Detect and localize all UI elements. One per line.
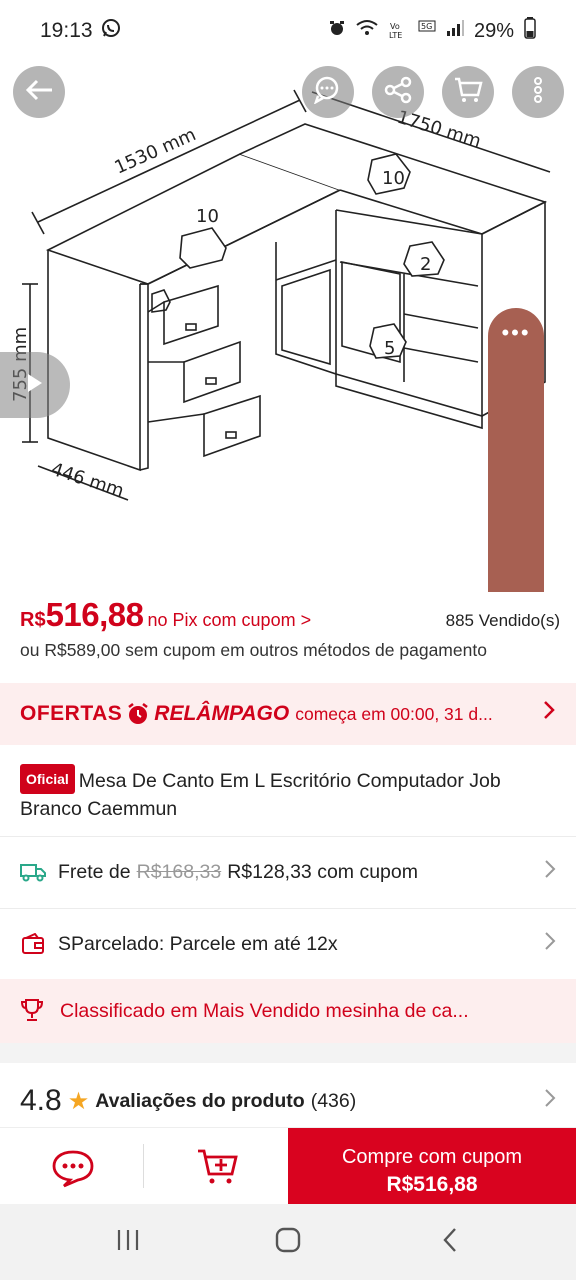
- recents-icon: [115, 1228, 141, 1257]
- alarm-icon: [328, 19, 346, 43]
- shipping-old-price: R$168,33: [136, 860, 222, 883]
- chat-button-top[interactable]: [302, 66, 354, 118]
- buy-button-price: R$516,88: [386, 1173, 478, 1196]
- price-currency: R$: [20, 609, 46, 631]
- status-time: 19:13: [40, 19, 93, 42]
- price-value: 516,88: [45, 596, 144, 633]
- divider: [0, 908, 576, 909]
- alt-price: ou R$589,00 sem cupom em outros métodos …: [20, 640, 487, 660]
- product-image[interactable]: 1530 mm 1750 mm 755 mm 446 mm 10 10 2 5: [0, 62, 576, 592]
- flash-starts-text: começa em 00:00, 31 d...: [295, 703, 493, 724]
- rating-row[interactable]: 4.8 ★ Avaliações do produto (436): [20, 1074, 556, 1128]
- load-label-2: 10: [382, 168, 405, 189]
- wifi-icon: [356, 19, 378, 43]
- play-icon: [26, 372, 44, 399]
- battery-text: 29%: [473, 19, 514, 42]
- alarm-clock-icon: [126, 702, 150, 726]
- sold-count: 885 Vendido(s): [445, 611, 560, 630]
- trophy-icon: [20, 998, 46, 1024]
- product-title: Oficial Mesa De Canto Em L Escritório Com…: [20, 764, 560, 823]
- more-vertical-icon: [533, 76, 543, 109]
- flash-offer-banner[interactable]: OFERTAS RELÂMPAGO começa em 00:00, 31 d.…: [0, 683, 576, 745]
- wallet-icon: [20, 931, 46, 957]
- status-right: Vo LTE 5G 29%: [328, 17, 536, 45]
- load-label-4: 5: [384, 338, 395, 359]
- divider: [143, 1144, 144, 1188]
- system-nav-bar: [0, 1204, 576, 1280]
- recents-button[interactable]: [108, 1226, 148, 1258]
- product-title-text: Mesa De Canto Em L Escritório Computador…: [20, 770, 501, 820]
- pix-coupon-link[interactable]: no Pix com cupom >: [148, 610, 312, 631]
- chevron-right-icon: [544, 859, 556, 885]
- more-options-button[interactable]: [512, 66, 564, 118]
- dim-width-a: 1530 mm: [111, 124, 199, 178]
- image-gallery-handle[interactable]: [0, 352, 70, 418]
- section-gap: [0, 1043, 576, 1063]
- battery-icon: [524, 17, 536, 45]
- shipping-new-price: R$128,33 com cupom: [227, 860, 418, 883]
- dim-depth: 446 mm: [48, 459, 126, 502]
- truck-icon: [20, 859, 46, 885]
- whatsapp-icon: [101, 18, 121, 44]
- chat-icon: [313, 76, 343, 109]
- ranking-text: Classificado em Mais Vendido mesinha de …: [60, 999, 469, 1022]
- share-icon: [384, 76, 412, 109]
- flash-ofertas-label: OFERTAS: [20, 702, 123, 725]
- chevron-right-icon: [544, 1088, 556, 1114]
- price-row: R$ 516,88 no Pix com cupom > 885 Vendido…: [20, 596, 560, 634]
- volte-icon: Vo LTE: [388, 20, 408, 42]
- floating-audio-panel[interactable]: •••: [488, 308, 544, 592]
- home-icon: [274, 1226, 302, 1259]
- shipping-label: Frete de: [58, 860, 131, 883]
- svg-text:LTE: LTE: [389, 31, 402, 40]
- divider: [0, 836, 576, 837]
- installments-row[interactable]: SParcelado: Parcele em até 12x: [20, 914, 556, 974]
- back-button[interactable]: [13, 66, 65, 118]
- svg-text:5G: 5G: [421, 22, 432, 31]
- buy-with-coupon-button[interactable]: Compre com cupom R$516,88: [288, 1128, 576, 1205]
- cart-button-top[interactable]: [442, 66, 494, 118]
- status-bar: 19:13 Vo LTE 5G 29%: [0, 0, 576, 62]
- star-icon: ★: [67, 1087, 90, 1115]
- status-time-group: 19:13: [40, 18, 121, 44]
- installments-text: SParcelado: Parcele em até 12x: [58, 932, 338, 955]
- chevron-right-icon: [542, 699, 556, 728]
- rating-count: (436): [310, 1089, 357, 1112]
- chevron-right-icon: [544, 931, 556, 957]
- cart-icon: [453, 76, 483, 109]
- load-label-1: 10: [196, 206, 219, 227]
- ranking-banner[interactable]: Classificado em Mais Vendido mesinha de …: [0, 979, 576, 1043]
- chevron-left-icon: [442, 1227, 458, 1258]
- back-nav-button[interactable]: [430, 1226, 470, 1258]
- load-label-3: 2: [420, 254, 431, 275]
- chat-bubble-icon: [50, 1150, 96, 1192]
- 5g-icon: 5G: [418, 20, 436, 42]
- arrow-left-icon: [24, 78, 54, 107]
- flash-relampago-label: RELÂMPAGO: [154, 702, 290, 725]
- panel-more-icon[interactable]: •••: [488, 320, 544, 346]
- buy-button-line1: Compre com cupom: [341, 1146, 523, 1168]
- svg-text:Vo: Vo: [390, 22, 400, 31]
- home-button[interactable]: [268, 1226, 308, 1258]
- signal-icon: [446, 19, 464, 43]
- rating-score: 4.8: [20, 1084, 62, 1117]
- rating-label: Avaliações do produto: [95, 1089, 305, 1112]
- add-to-cart-button[interactable]: [196, 1146, 240, 1186]
- chat-button[interactable]: [50, 1148, 96, 1188]
- shipping-row[interactable]: Frete de R$168,33 R$128,33 com cupom: [20, 842, 556, 902]
- cart-plus-icon: [196, 1149, 240, 1190]
- official-badge: Oficial: [20, 764, 75, 794]
- bottom-action-bar: Compre com cupom R$516,88: [0, 1127, 576, 1205]
- share-button[interactable]: [372, 66, 424, 118]
- product-page: 19:13 Vo LTE 5G 29% 1530 mm 1750 mm 446 …: [0, 0, 576, 1280]
